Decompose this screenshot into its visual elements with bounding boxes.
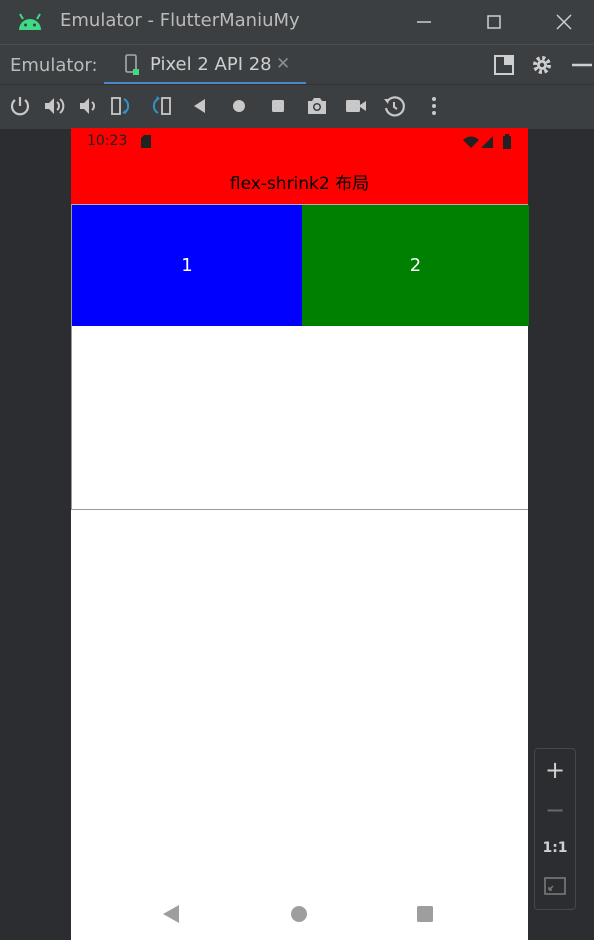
flex-item-1: 1	[72, 205, 302, 326]
flex-item-2-label: 2	[409, 255, 422, 276]
flex-container: 1 2	[71, 204, 529, 510]
zoom-out-button[interactable]: −	[535, 791, 575, 829]
more-icon[interactable]	[422, 94, 446, 118]
wifi-icon	[463, 136, 479, 148]
status-bar: 10:23	[71, 128, 528, 156]
snapshot-icon[interactable]	[382, 94, 406, 118]
close-window-button[interactable]	[534, 0, 594, 44]
emulator-label: Emulator:	[10, 55, 98, 76]
back-icon[interactable]	[188, 94, 212, 118]
flex-item-1-label: 1	[181, 255, 193, 276]
battery-icon	[503, 134, 511, 149]
tab-label: Pixel 2 API 28	[150, 54, 272, 75]
device-icon	[125, 54, 139, 75]
volume-down-icon[interactable]	[76, 94, 100, 118]
volume-up-icon[interactable]	[42, 94, 66, 118]
device-screen[interactable]: 10:23 flex-shrink2 布局 1 2	[71, 128, 529, 940]
home-icon[interactable]	[227, 94, 251, 118]
zoom-controls: + − 1:1	[534, 748, 576, 910]
window-titlebar: Emulator - FlutterManiuMy	[0, 0, 594, 44]
power-icon[interactable]	[8, 94, 32, 118]
screenshot-icon[interactable]	[305, 94, 329, 118]
flex-item-2: 2	[302, 205, 529, 326]
tab-pixel-2-api-28[interactable]: Pixel 2 API 28 ✕	[104, 45, 306, 85]
zoom-in-button[interactable]: +	[535, 751, 575, 789]
zoom-fit-button[interactable]	[535, 867, 575, 905]
app-bar: flex-shrink2 布局	[71, 156, 528, 204]
sd-card-icon	[141, 135, 151, 148]
maximize-icon	[487, 15, 501, 29]
window-title: Emulator - FlutterManiuMy	[60, 10, 300, 31]
tab-close-icon[interactable]: ✕	[276, 54, 290, 74]
nav-overview-icon[interactable]	[415, 904, 435, 924]
minimize-button[interactable]	[394, 0, 454, 44]
signal-icon	[481, 136, 493, 148]
rotate-left-icon[interactable]	[110, 94, 134, 118]
rotate-right-icon[interactable]	[148, 94, 172, 118]
android-icon	[19, 13, 41, 30]
overview-icon[interactable]	[266, 94, 290, 118]
screen-record-icon[interactable]	[344, 94, 368, 118]
page-title: flex-shrink2 布局	[229, 174, 370, 194]
status-time: 10:23	[87, 133, 128, 149]
window-mode-icon[interactable]	[492, 53, 516, 77]
gear-icon[interactable]	[530, 53, 554, 77]
nav-home-icon[interactable]	[289, 904, 309, 924]
zoom-actual-size-button[interactable]: 1:1	[535, 829, 575, 867]
close-icon	[556, 14, 572, 30]
fit-screen-icon	[544, 877, 566, 895]
minimize-icon	[417, 21, 431, 23]
maximize-button[interactable]	[464, 0, 524, 44]
emulator-toolbar	[0, 84, 594, 129]
nav-back-icon[interactable]	[161, 904, 181, 924]
emulator-tabbar: Emulator: Pixel 2 API 28 ✕	[0, 44, 594, 85]
hide-panel-icon[interactable]	[568, 53, 592, 77]
android-nav-bar	[71, 888, 528, 940]
